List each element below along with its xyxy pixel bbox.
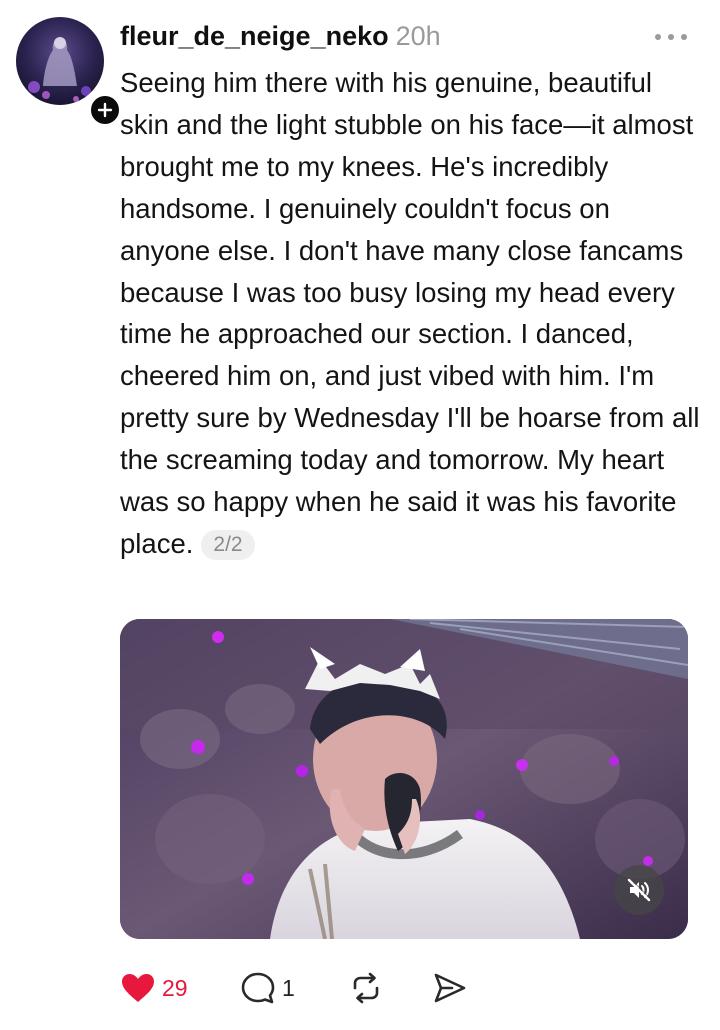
- comment-bubble-icon: [241, 972, 275, 1004]
- repost-icon: [353, 972, 379, 1004]
- author-avatar-group[interactable]: [16, 17, 122, 127]
- mute-toggle-button[interactable]: [614, 865, 664, 915]
- send-icon: [434, 973, 466, 1003]
- heart-icon: [122, 974, 154, 1002]
- post-actions-bar: 29 1: [120, 965, 468, 1011]
- reply-button[interactable]: 1: [240, 971, 348, 1005]
- follow-button[interactable]: [88, 93, 122, 127]
- reply-count: 1: [282, 974, 295, 1001]
- more-dots-icon: [655, 34, 687, 40]
- page-indicator: 2/2: [201, 529, 255, 560]
- repost-button[interactable]: [348, 971, 432, 1005]
- speaker-muted-icon: [627, 878, 651, 902]
- plus-icon: [97, 102, 113, 118]
- share-button[interactable]: [432, 971, 468, 1005]
- like-count: 29: [162, 974, 188, 1001]
- post-text: Seeing him there with his genuine, beaut…: [120, 67, 700, 559]
- video-frame: [120, 619, 688, 939]
- post-timestamp: 20h: [395, 20, 441, 51]
- post-body: Seeing him there with his genuine, beaut…: [120, 62, 705, 565]
- post-header: fleur_de_neige_neko 20h: [120, 17, 441, 55]
- more-options-button[interactable]: [650, 24, 692, 50]
- like-button[interactable]: 29: [120, 972, 240, 1004]
- video-player[interactable]: [120, 619, 688, 939]
- avatar[interactable]: [16, 17, 104, 105]
- username-link[interactable]: fleur_de_neige_neko: [120, 21, 389, 52]
